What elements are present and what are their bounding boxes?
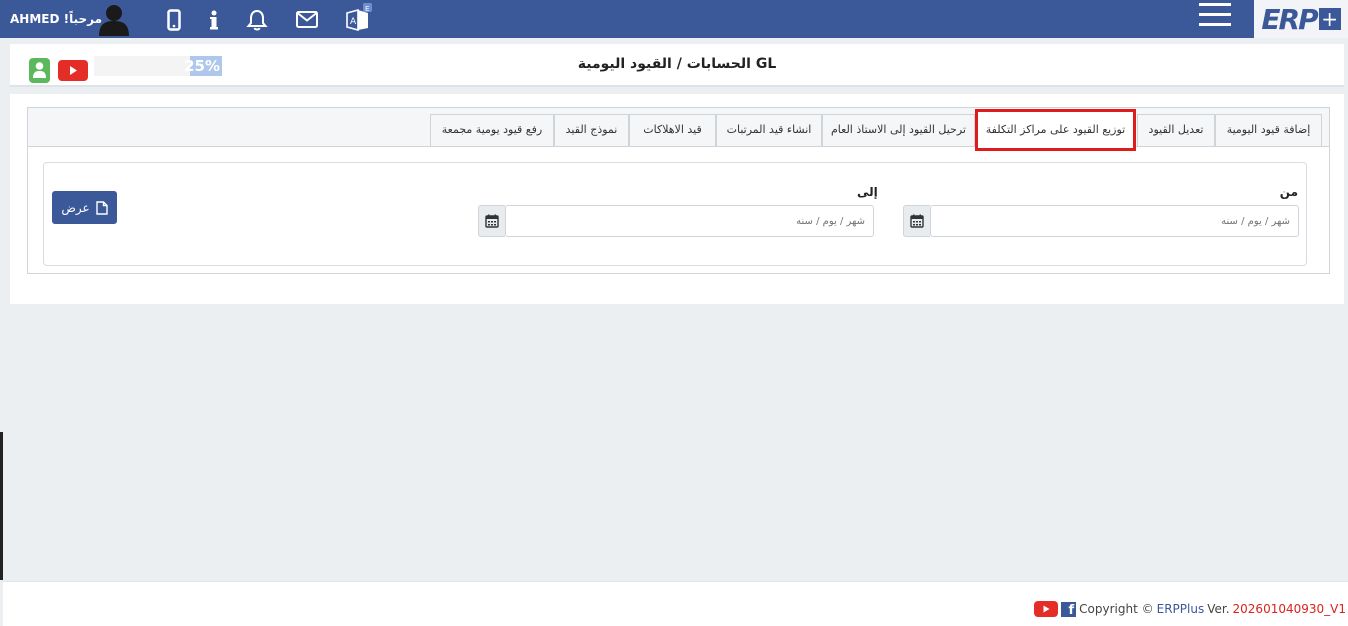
tab-post-to-general-ledger[interactable]: ترحيل القيود إلى الاستاذ العام — [822, 114, 975, 146]
footer-copyright: f Copyright © ERPPlus Ver. 202601040930_… — [1034, 601, 1346, 618]
avatar[interactable] — [97, 2, 131, 36]
youtube-icon[interactable] — [1034, 601, 1059, 617]
lang-badge: E — [365, 5, 369, 13]
tab-add-journal-entries[interactable]: إضافة قيود اليومية — [1215, 114, 1322, 146]
page-title: الحسابات / القيود اليومية GL — [577, 56, 777, 72]
tab-distribute-cost-centers[interactable]: توزيع القيود على مراكز التكلفة — [975, 109, 1136, 151]
svg-text:A: A — [350, 17, 357, 27]
calendar-icon — [910, 214, 924, 228]
tab-upload-bulk-entries[interactable]: رفع قيود يومية مجمعة — [430, 114, 554, 146]
hamburger-line — [1199, 23, 1231, 26]
username: AHMED — [10, 12, 60, 26]
bell-icon[interactable] — [246, 9, 268, 34]
main-panel: إضافة قيود اليومية تعديل القيود توزيع ال… — [10, 94, 1344, 304]
envelope-icon[interactable] — [296, 11, 318, 31]
to-label: إلى — [857, 185, 878, 199]
menu-toggle-button[interactable] — [1199, 3, 1231, 29]
brand-link[interactable]: ERPPlus — [1157, 602, 1205, 616]
from-label: من — [1279, 185, 1298, 199]
user-greeting: AHMED !مرحباً — [10, 12, 102, 26]
logo[interactable]: ERP + — [1254, 0, 1348, 38]
logo-plus-icon: + — [1318, 8, 1341, 30]
info-icon[interactable] — [209, 9, 219, 34]
tab-entry-template[interactable]: نموذج القيد — [554, 114, 629, 146]
hamburger-line — [1199, 3, 1231, 6]
facebook-icon[interactable]: f — [1061, 601, 1077, 618]
view-button[interactable]: عرض — [52, 191, 117, 224]
page-header: 25% الحسابات / القيود اليومية GL — [10, 44, 1344, 87]
version-label: Ver. — [1207, 602, 1230, 616]
mobile-icon[interactable] — [167, 9, 181, 34]
tab-create-payroll-entry[interactable]: انشاء قيد المرتبات — [716, 114, 822, 146]
tabs-container: إضافة قيود اليومية تعديل القيود توزيع ال… — [27, 107, 1330, 274]
file-icon — [95, 200, 108, 215]
tab-content: من إلى عرض — [28, 146, 1329, 273]
logo-text: ERP — [1261, 2, 1318, 36]
footer: f Copyright © ERPPlus Ver. 202601040930_… — [3, 581, 1348, 626]
language-icon[interactable]: A E — [346, 3, 372, 34]
version-number: 202601040930_V1 — [1232, 602, 1346, 616]
user-silhouette-icon — [99, 5, 129, 36]
hamburger-line — [1199, 13, 1231, 16]
from-date-input[interactable] — [930, 205, 1299, 237]
tab-edit-entries[interactable]: تعديل القيود — [1137, 114, 1215, 146]
filter-box: من إلى عرض — [43, 162, 1307, 266]
tab-depreciation-entry[interactable]: قيد الاهلاكات — [629, 114, 716, 146]
to-calendar-button[interactable] — [478, 205, 505, 237]
copyright-text: Copyright © — [1079, 602, 1154, 616]
calendar-icon — [485, 214, 499, 228]
top-bar: AHMED !مرحباً A E ERP + — [0, 0, 1348, 38]
left-edge-strip — [0, 432, 3, 580]
to-date-input[interactable] — [505, 205, 874, 237]
view-button-label: عرض — [61, 200, 90, 215]
from-calendar-button[interactable] — [903, 205, 930, 237]
